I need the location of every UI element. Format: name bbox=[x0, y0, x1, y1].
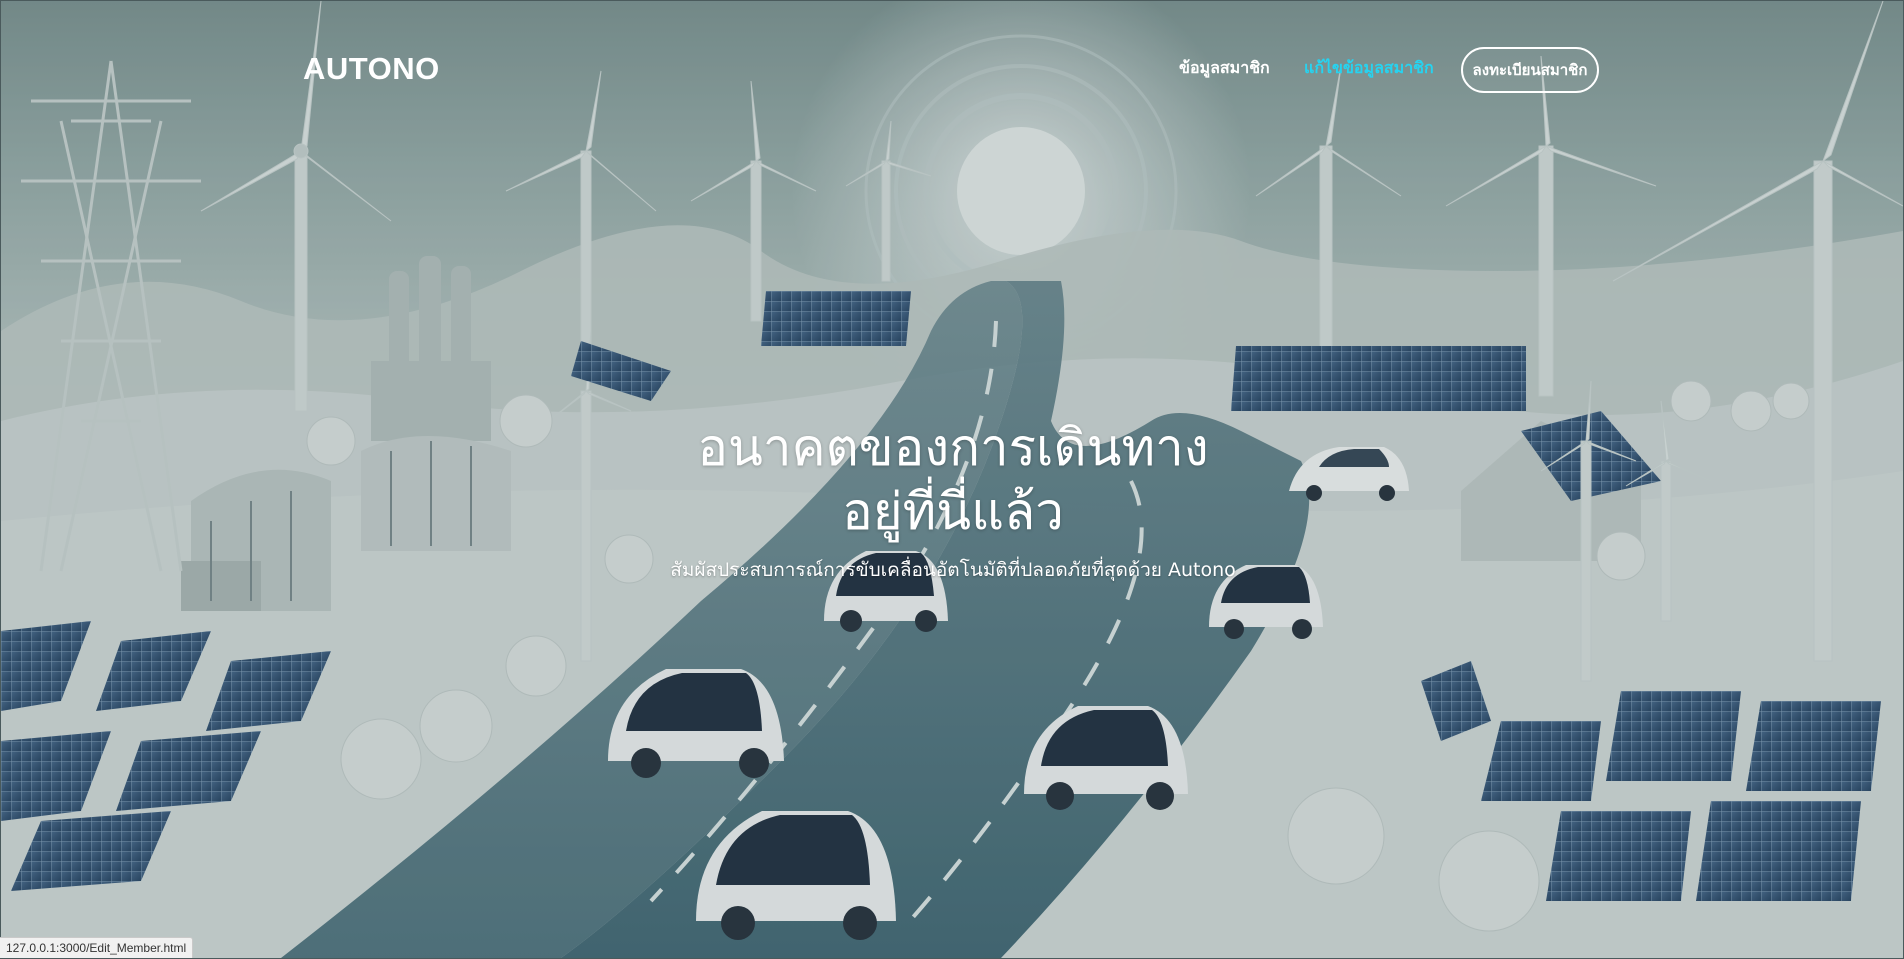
hero-title: อนาคตของการเดินทาง อยู่ที่นี่แล้ว bbox=[1, 417, 1903, 545]
status-bar-url: 127.0.0.1:3000/Edit_Member.html bbox=[0, 937, 194, 958]
hero-title-line-1: อนาคตของการเดินทาง bbox=[697, 419, 1209, 479]
register-button-label: ลงทะเบียนสมาชิก bbox=[1472, 61, 1588, 79]
site-header: AUTONO ข้อมูลสมาชิก แก้ไขข้อมูลสมาชิก ลง… bbox=[1, 1, 1903, 141]
nav-edit-member-link[interactable]: แก้ไขข้อมูลสมาชิก bbox=[1304, 56, 1434, 81]
register-button[interactable]: ลงทะเบียนสมาชิก bbox=[1461, 47, 1599, 93]
brand-logo[interactable]: AUTONO bbox=[303, 51, 440, 87]
nav-member-info-link[interactable]: ข้อมูลสมาชิก bbox=[1179, 56, 1270, 81]
page-frame: AUTONO ข้อมูลสมาชิก แก้ไขข้อมูลสมาชิก ลง… bbox=[0, 0, 1904, 959]
hero-subtitle: สัมผัสประสบการณ์การขับเคลื่อนอัตโนมัติที… bbox=[670, 559, 1236, 581]
hero-title-line-2: อยู่ที่นี่แล้ว bbox=[842, 483, 1064, 543]
